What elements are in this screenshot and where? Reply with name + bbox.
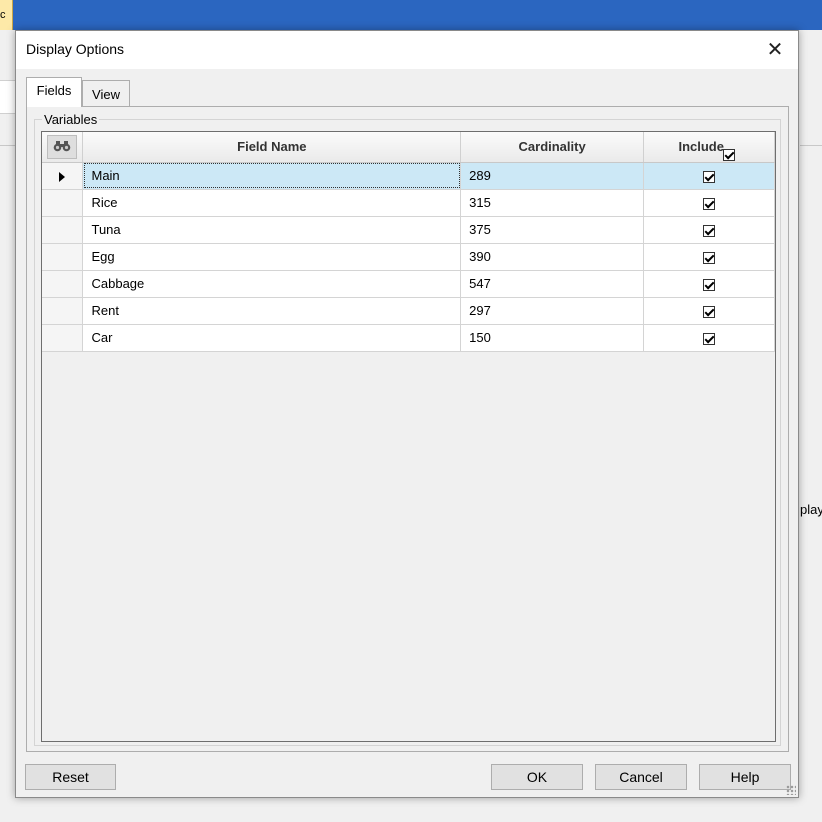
row-header[interactable] bbox=[42, 162, 84, 190]
field-name-cell[interactable]: Main bbox=[82, 162, 462, 190]
row-header[interactable] bbox=[42, 243, 84, 271]
include-checkbox[interactable] bbox=[703, 305, 716, 318]
resize-grip-icon[interactable] bbox=[786, 785, 796, 795]
table-row[interactable]: Rent 297 bbox=[42, 297, 775, 325]
cardinality-cell[interactable]: 547 bbox=[460, 270, 645, 298]
field-name-cell[interactable]: Rent bbox=[82, 297, 462, 325]
field-name-cell[interactable]: Cabbage bbox=[82, 270, 462, 298]
include-checkbox[interactable] bbox=[703, 224, 716, 237]
reset-button[interactable]: Reset bbox=[25, 764, 116, 790]
cardinality-cell[interactable]: 297 bbox=[460, 297, 645, 325]
include-checkbox[interactable] bbox=[703, 251, 716, 264]
field-name-cell[interactable]: Car bbox=[82, 324, 462, 352]
table-row[interactable]: Tuna 375 bbox=[42, 216, 775, 244]
field-name-cell[interactable]: Tuna bbox=[82, 216, 462, 244]
include-all-checkbox[interactable] bbox=[722, 148, 735, 161]
grid-corner-header bbox=[42, 132, 84, 163]
cardinality-cell[interactable]: 289 bbox=[460, 162, 645, 190]
row-header[interactable] bbox=[42, 297, 84, 325]
field-name-cell[interactable]: Egg bbox=[82, 243, 462, 271]
include-checkbox[interactable] bbox=[703, 170, 716, 183]
dialog-titlebar: Display Options ✕ bbox=[16, 31, 798, 69]
background-divider bbox=[0, 145, 15, 146]
background-window-titlebar bbox=[0, 0, 822, 30]
cardinality-cell[interactable]: 315 bbox=[460, 189, 645, 217]
tab-view[interactable]: View bbox=[82, 80, 130, 107]
background-input-strip bbox=[0, 80, 15, 114]
cardinality-cell[interactable]: 150 bbox=[460, 324, 645, 352]
include-cell bbox=[643, 297, 775, 325]
include-cell bbox=[643, 189, 775, 217]
cancel-button[interactable]: Cancel bbox=[595, 764, 687, 790]
include-cell bbox=[643, 324, 775, 352]
cardinality-cell[interactable]: 375 bbox=[460, 216, 645, 244]
field-name-cell[interactable]: Rice bbox=[82, 189, 462, 217]
column-header-field-name[interactable]: Field Name bbox=[82, 132, 462, 163]
include-checkbox[interactable] bbox=[703, 278, 716, 291]
fields-tab-panel: Variables Field Name Cardinality Include… bbox=[26, 106, 789, 752]
include-checkbox[interactable] bbox=[703, 332, 716, 345]
current-row-arrow-icon bbox=[59, 171, 66, 182]
table-row[interactable]: Car 150 bbox=[42, 324, 775, 352]
background-tab: c bbox=[0, 0, 13, 30]
grid-header-row: Field Name Cardinality Include bbox=[42, 132, 775, 163]
dialog-title: Display Options bbox=[26, 41, 125, 57]
table-row[interactable]: Egg 390 bbox=[42, 243, 775, 271]
include-cell bbox=[643, 162, 775, 190]
cardinality-cell[interactable]: 390 bbox=[460, 243, 645, 271]
display-options-dialog: Display Options ✕ Fields View Variables bbox=[15, 30, 799, 798]
ok-button[interactable]: OK bbox=[491, 764, 583, 790]
close-icon[interactable]: ✕ bbox=[762, 37, 788, 63]
tab-fields[interactable]: Fields bbox=[26, 77, 82, 107]
include-cell bbox=[643, 243, 775, 271]
row-header[interactable] bbox=[42, 324, 84, 352]
row-header[interactable] bbox=[42, 216, 84, 244]
background-divider bbox=[800, 145, 822, 146]
table-row[interactable]: Rice 315 bbox=[42, 189, 775, 217]
table-row[interactable]: Cabbage 547 bbox=[42, 270, 775, 298]
variables-group-label: Variables bbox=[42, 112, 100, 127]
row-header[interactable] bbox=[42, 270, 84, 298]
row-header[interactable] bbox=[42, 189, 84, 217]
help-button[interactable]: Help bbox=[699, 764, 791, 790]
include-cell bbox=[643, 270, 775, 298]
variables-table: Field Name Cardinality Include Main 289 Ri… bbox=[42, 132, 775, 352]
binoculars-icon[interactable] bbox=[47, 134, 78, 159]
variables-grid[interactable]: Field Name Cardinality Include Main 289 Ri… bbox=[41, 131, 776, 742]
column-header-cardinality[interactable]: Cardinality bbox=[460, 132, 645, 163]
include-header-label: Include bbox=[678, 139, 724, 155]
column-header-include[interactable]: Include bbox=[643, 132, 775, 163]
background-label: play bbox=[800, 502, 822, 517]
table-row[interactable]: Main 289 bbox=[42, 162, 775, 190]
include-cell bbox=[643, 216, 775, 244]
include-checkbox[interactable] bbox=[703, 197, 716, 210]
